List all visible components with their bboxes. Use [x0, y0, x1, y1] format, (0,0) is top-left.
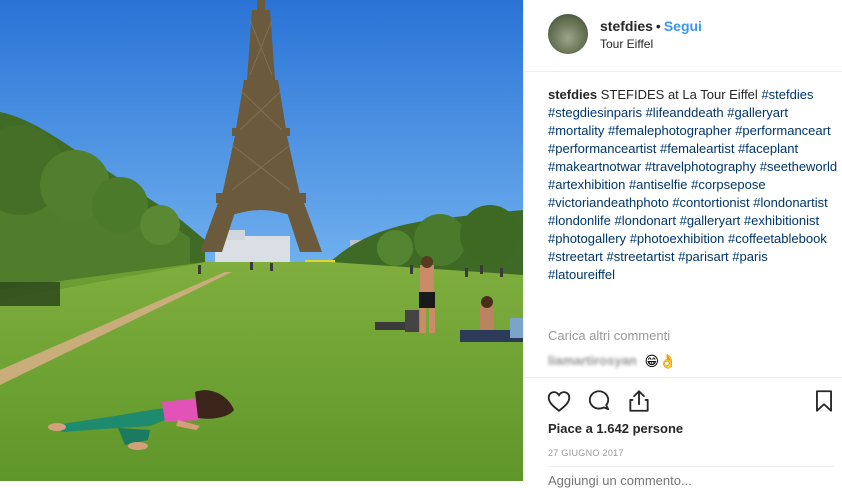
hashtag-link[interactable]: #galleryart	[727, 105, 788, 120]
bookmark-icon[interactable]	[811, 388, 837, 414]
caption-username[interactable]: stefdies	[548, 87, 597, 102]
share-icon[interactable]	[626, 388, 652, 414]
hashtag-link[interactable]: #coffeetablebook	[728, 231, 827, 246]
load-more-comments-button[interactable]: Carica altri commenti	[548, 328, 670, 343]
follow-button[interactable]: Segui	[664, 18, 702, 34]
hashtag-link[interactable]: #photoexhibition	[630, 231, 725, 246]
hashtag-link[interactable]: #mortality	[548, 123, 604, 138]
hashtag-link[interactable]: #antiselfie	[629, 177, 688, 192]
post-photo[interactable]	[0, 0, 523, 481]
hashtag-link[interactable]: #artexhibition	[548, 177, 625, 192]
comment-icon[interactable]	[586, 388, 612, 414]
post-header: stefdies • Segui Tour Eiffel	[524, 0, 842, 72]
hashtag-link[interactable]: #streetartist	[607, 249, 675, 264]
post-side-panel: stefdies • Segui Tour Eiffel stefdies STEF…	[523, 0, 842, 488]
hashtag-link[interactable]: #contortionist	[672, 195, 749, 210]
hashtag-link[interactable]: #makeartnotwar	[548, 159, 641, 174]
hashtag-link[interactable]: #femaleartist	[660, 141, 734, 156]
hashtag-link[interactable]: #galleryart	[680, 213, 741, 228]
action-bar: Piace a 1.642 persone 27 GIUGNO 2017	[524, 377, 842, 488]
hashtag-link[interactable]: #stefdies	[761, 87, 813, 102]
comment-username[interactable]: liamartirosyan	[548, 353, 637, 368]
hashtag-link[interactable]: #seetheworld	[760, 159, 837, 174]
hashtag-link[interactable]: #performanceart	[735, 123, 830, 138]
hashtag-link[interactable]: #victoriandeathphoto	[548, 195, 669, 210]
likes-count[interactable]: Piace a 1.642 persone	[548, 421, 683, 436]
location-link[interactable]: Tour Eiffel	[600, 37, 653, 51]
hashtag-link[interactable]: #lifeanddeath	[646, 105, 724, 120]
hashtag-link[interactable]: #latoureiffel	[548, 267, 615, 282]
avatar[interactable]	[548, 14, 588, 54]
username-link[interactable]: stefdies	[600, 18, 653, 34]
hashtag-link[interactable]: #londonart	[615, 213, 676, 228]
hashtag-link[interactable]: #femalephotographer	[608, 123, 732, 138]
hashtag-link[interactable]: #streetart	[548, 249, 603, 264]
hashtag-link[interactable]: #parisart	[678, 249, 729, 264]
hashtag-link[interactable]: #travelphotography	[645, 159, 756, 174]
post-date: 27 GIUGNO 2017	[548, 448, 624, 458]
hashtag-list: #stefdies #stegdiesinparis #lifeanddeath…	[548, 87, 837, 282]
comment-emoji: 😁👌	[644, 353, 677, 369]
hashtag-link[interactable]: #faceplant	[738, 141, 798, 156]
heart-icon[interactable]	[546, 388, 572, 414]
hashtag-link[interactable]: #paris	[732, 249, 767, 264]
separator-dot: •	[655, 18, 661, 34]
hashtag-link[interactable]: #corpsepose	[691, 177, 765, 192]
hashtag-link[interactable]: #londonlife	[548, 213, 611, 228]
hashtag-link[interactable]: #stegdiesinparis	[548, 105, 642, 120]
hashtag-link[interactable]: #exhibitionist	[744, 213, 819, 228]
hashtag-link[interactable]: #londonartist	[753, 195, 827, 210]
caption-text: STEFIDES at La Tour Eiffel	[600, 87, 758, 102]
hashtag-link[interactable]: #performanceartist	[548, 141, 656, 156]
post-caption: stefdies STEFIDES at La Tour Eiffel #ste…	[548, 86, 838, 284]
hashtag-link[interactable]: #photogallery	[548, 231, 626, 246]
comment-row: liamartirosyan 😁👌	[548, 353, 677, 371]
add-comment-area	[548, 466, 834, 488]
username-row: stefdies • Segui	[600, 18, 702, 34]
